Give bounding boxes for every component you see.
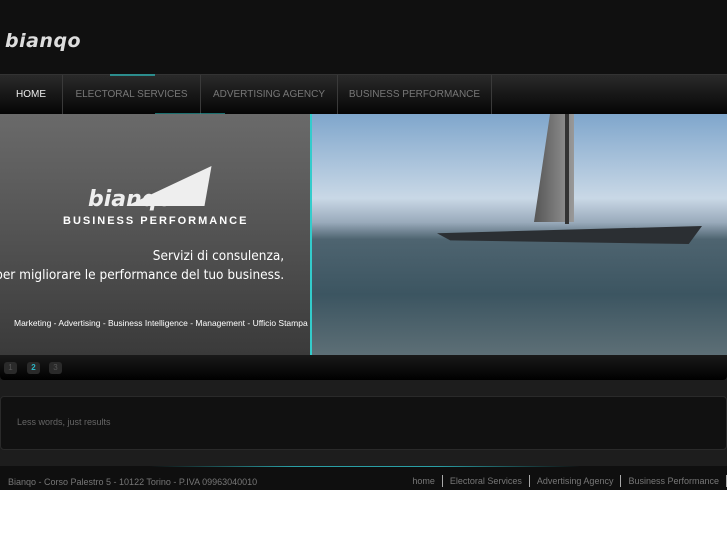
slogan-text: Less words, just results (17, 417, 111, 427)
footer-glow (150, 466, 580, 467)
footer-link-advertising-agency[interactable]: Advertising Agency (528, 475, 621, 487)
footer-link-electoral-services[interactable]: Electoral Services (441, 475, 529, 487)
pager-button-2[interactable]: 2 (27, 362, 40, 374)
slide-subtitle: BUSINESS PERFORMANCE (63, 215, 249, 227)
slideshow[interactable]: bianqo BUSINESS PERFORMANCE Servizi di c… (0, 114, 727, 355)
pager-button-3[interactable]: 3 (49, 362, 62, 374)
page-background: bianqo HOME ELECTORAL SERVICES ADVERTISI… (0, 0, 727, 490)
slide-logo: bianqo (88, 187, 173, 212)
nav-business-performance[interactable]: BUSINESS PERFORMANCE (338, 75, 492, 114)
nav-electoral-services[interactable]: ELECTORAL SERVICES (63, 75, 201, 114)
tagline-line: Servizi di consulenza, (152, 248, 284, 264)
logo[interactable]: bianqo (5, 30, 81, 52)
footer-link-home[interactable]: home (405, 475, 442, 487)
nav-glow (110, 74, 155, 76)
slide-services: Marketing - Advertising - Business Intel… (14, 318, 308, 328)
nav-home[interactable]: HOME (0, 75, 63, 114)
footer-links: home Electoral Services Advertising Agen… (405, 475, 727, 487)
slide-text-panel: bianqo BUSINESS PERFORMANCE Servizi di c… (0, 114, 310, 355)
footer: Bianqo - Corso Palestro 5 - 10122 Torino… (0, 466, 727, 490)
footer-link-business-performance[interactable]: Business Performance (620, 475, 727, 487)
tagline-line: per migliorare le performance del tuo bu… (0, 267, 284, 283)
header: bianqo (0, 0, 727, 74)
footer-address: Bianqo - Corso Palestro 5 - 10122 Torino… (8, 477, 258, 487)
hull-shape (437, 226, 702, 244)
main-nav: HOME ELECTORAL SERVICES ADVERTISING AGEN… (0, 74, 727, 115)
mast-shape (565, 114, 569, 224)
slide-tagline: Servizi di consulenza, per migliorare le… (0, 247, 284, 285)
pager-button-1[interactable]: 1 (4, 362, 17, 374)
nav-advertising-agency[interactable]: ADVERTISING AGENCY (201, 75, 338, 114)
content-box: Less words, just results (0, 396, 727, 450)
slide-pager: 1 2 3 (0, 355, 727, 380)
sailboat-photo (310, 114, 727, 355)
